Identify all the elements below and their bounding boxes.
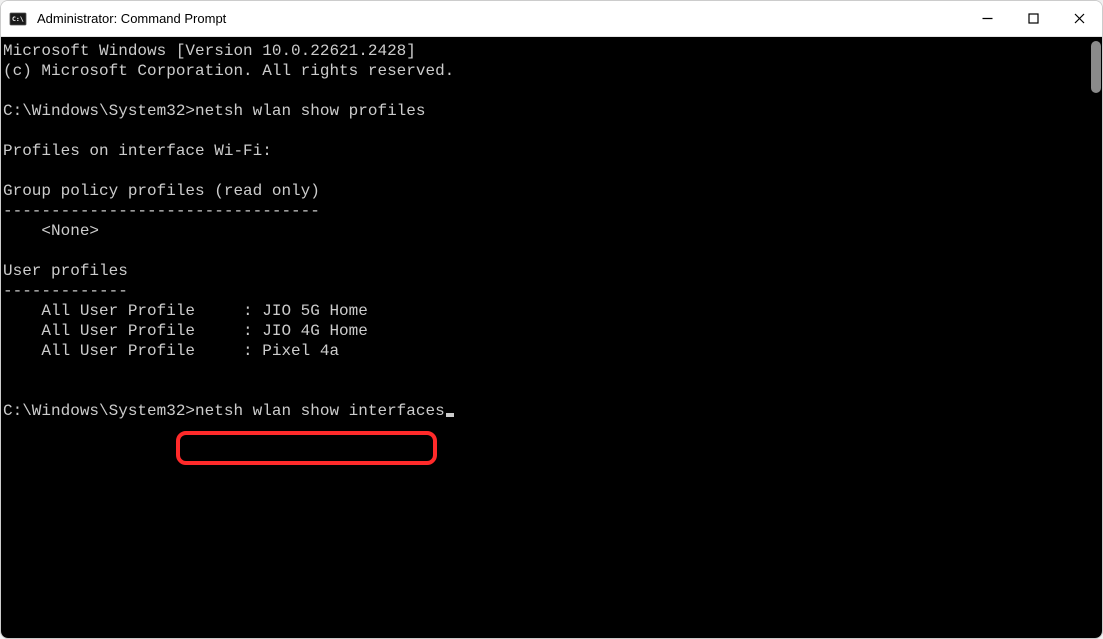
output-line: Microsoft Windows [Version 10.0.22621.24… bbox=[3, 42, 416, 60]
output-line: (c) Microsoft Corporation. All rights re… bbox=[3, 62, 454, 80]
output-line: User profiles bbox=[3, 262, 128, 280]
output-line: Profiles on interface Wi-Fi: bbox=[3, 142, 272, 160]
output-line: All User Profile : JIO 5G Home bbox=[3, 302, 368, 320]
scrollbar-thumb[interactable] bbox=[1091, 41, 1101, 93]
svg-text:C:\: C:\ bbox=[12, 15, 24, 23]
window-controls bbox=[964, 1, 1102, 36]
terminal-output: Microsoft Windows [Version 10.0.22621.24… bbox=[1, 37, 1102, 425]
prompt-path: C:\Windows\System32> bbox=[3, 102, 195, 120]
maximize-button[interactable] bbox=[1010, 1, 1056, 36]
window-title: Administrator: Command Prompt bbox=[37, 11, 226, 26]
annotation-highlight bbox=[176, 431, 437, 465]
command-prompt-window: C:\ Administrator: Command Prompt Micros… bbox=[0, 0, 1103, 639]
output-line: <None> bbox=[3, 222, 99, 240]
prompt-path: C:\Windows\System32> bbox=[3, 402, 195, 420]
output-line: Group policy profiles (read only) bbox=[3, 182, 320, 200]
output-line: All User Profile : Pixel 4a bbox=[3, 342, 339, 360]
scrollbar[interactable] bbox=[1087, 39, 1101, 628]
cmd-icon: C:\ bbox=[9, 10, 27, 28]
output-line: All User Profile : JIO 4G Home bbox=[3, 322, 368, 340]
close-button[interactable] bbox=[1056, 1, 1102, 36]
command-text: netsh wlan show interfaces bbox=[195, 402, 445, 420]
titlebar[interactable]: C:\ Administrator: Command Prompt bbox=[1, 1, 1102, 37]
output-line: ------------- bbox=[3, 282, 128, 300]
cursor bbox=[446, 413, 454, 417]
minimize-button[interactable] bbox=[964, 1, 1010, 36]
output-line: --------------------------------- bbox=[3, 202, 320, 220]
terminal-area[interactable]: Microsoft Windows [Version 10.0.22621.24… bbox=[1, 37, 1102, 638]
command-text: netsh wlan show profiles bbox=[195, 102, 425, 120]
